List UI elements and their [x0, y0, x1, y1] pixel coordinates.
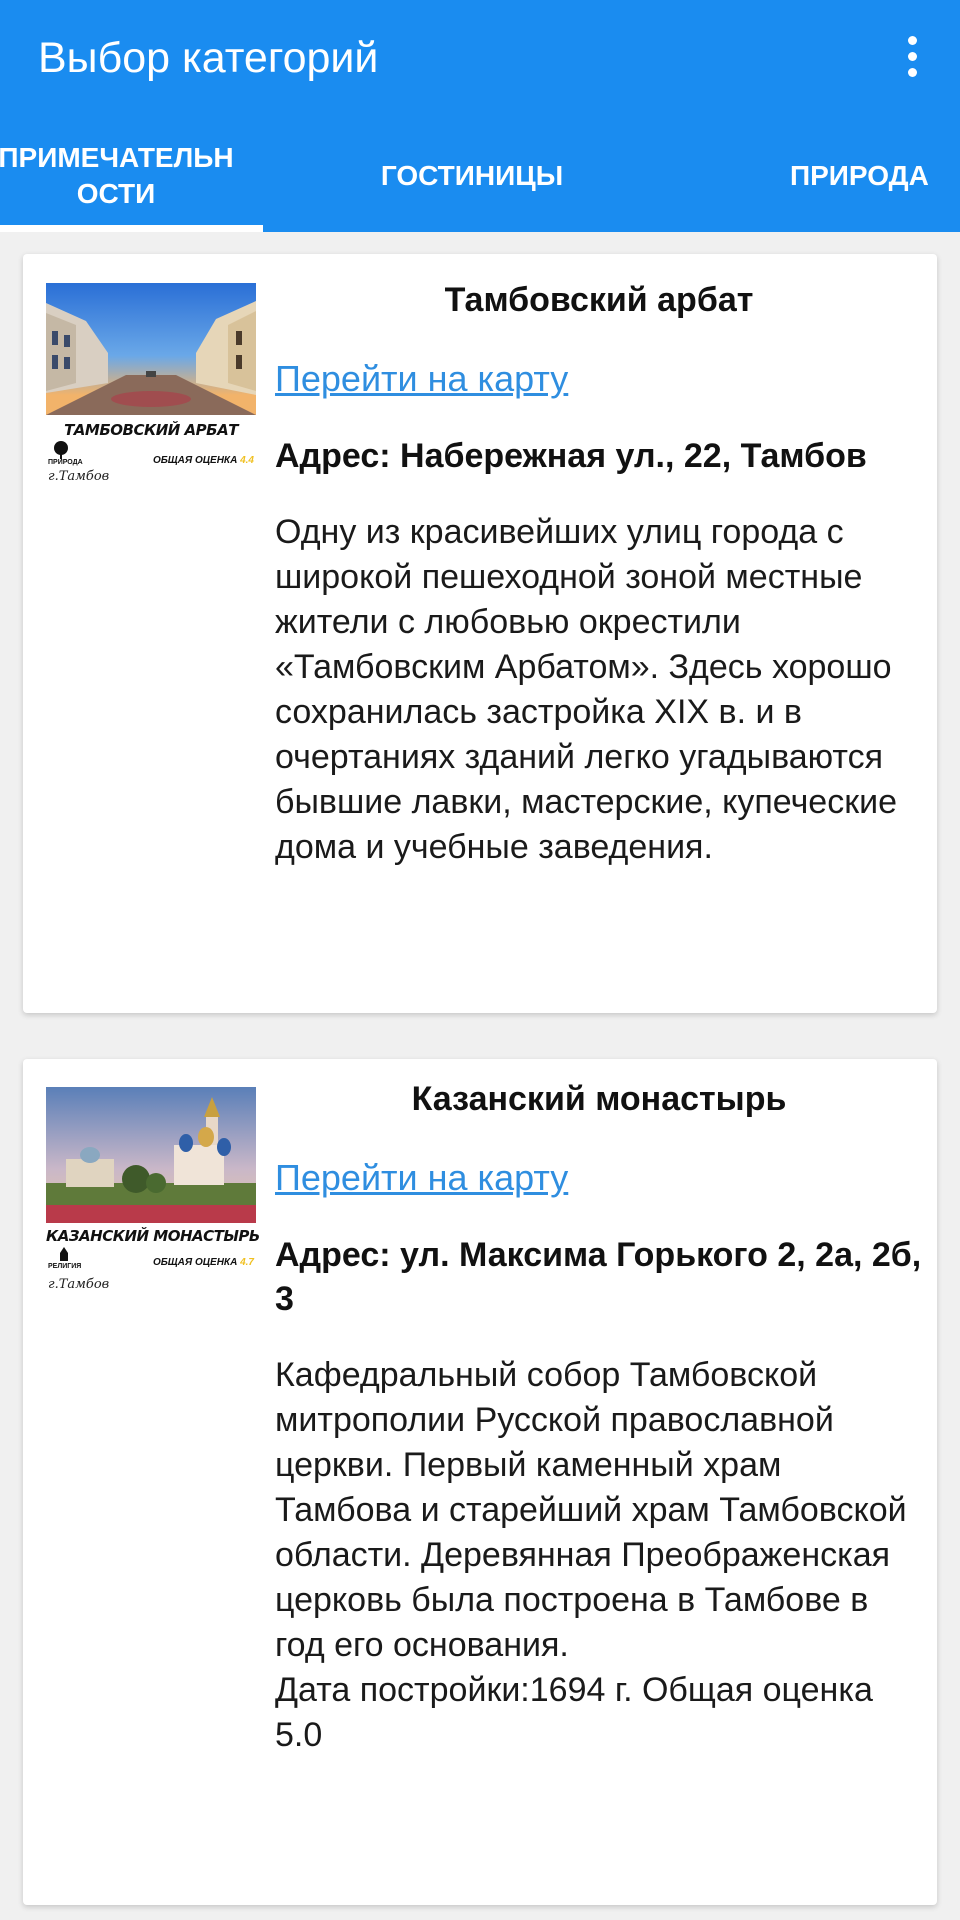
place-title: Тамбовский арбат: [444, 281, 754, 319]
rating-value: 4.7: [240, 1257, 254, 1268]
thumbnail-rating: ОБЩАЯ ОЦЕНКА 4.7: [153, 1257, 254, 1268]
tab-indicator: [0, 225, 263, 232]
rating-label: ОБЩАЯ ОЦЕНКА: [152, 1257, 238, 1268]
place-description: Одну из красивейших улиц города с широко…: [275, 513, 897, 866]
place-content: Казанский монастырь Перейти на карту Адр…: [275, 1073, 923, 1758]
tab-hotels[interactable]: ГОСТИНИЦЫ: [262, 120, 682, 232]
place-address: Адрес: ул. Максима Горького 2, 2а, 2б, 3: [275, 1236, 922, 1318]
tab-nature[interactable]: ПРИРОДА: [790, 120, 960, 232]
place-address: Адрес: Набережная ул., 22, Тамбов: [275, 437, 867, 475]
place-content: Тамбовский арбат Перейти на карту Адрес:…: [275, 274, 923, 870]
place-card[interactable]: КАЗАНСКИЙ МОНАСТЫРЬ РЕЛИГИЯ ОБЩАЯ ОЦЕНКА…: [23, 1059, 937, 1905]
tab-label: ПРИРОДА: [790, 160, 929, 191]
tab-label: ГОСТИНИЦЫ: [380, 160, 564, 191]
thumbnail-title: КАЗАНСКИЙ МОНАСТЫРЬ: [46, 1227, 260, 1245]
place-card[interactable]: ТАМБОВСКИЙ АРБАТ ПРИРОДА ОБЩАЯ ОЦЕНКА 4.…: [23, 254, 937, 1013]
church-icon: [60, 1247, 68, 1261]
tree-icon: [54, 441, 68, 459]
thumbnail-rating: ОБЩАЯ ОЦЕНКА 4.4: [153, 455, 254, 466]
app-title: Выбор категорий: [38, 34, 379, 82]
rating-label: ОБЩАЯ ОЦЕНКА: [152, 455, 238, 466]
tab-label: ПРИМЕЧАТЕЛЬН ОСТИ: [0, 142, 234, 209]
more-vert-icon[interactable]: [888, 30, 936, 84]
thumbnail-category: РЕЛИГИЯ: [48, 1263, 82, 1270]
place-title: Казанский монастырь: [411, 1080, 787, 1118]
place-thumbnail: ТАМБОВСКИЙ АРБАТ ПРИРОДА ОБЩАЯ ОЦЕНКА 4.…: [46, 283, 256, 484]
thumbnail-city: г.Тамбов: [48, 1277, 110, 1292]
tab-attractions[interactable]: ПРИМЕЧАТЕЛЬН ОСТИ: [0, 120, 262, 232]
thumbnail-category: ПРИРОДА: [48, 459, 83, 466]
open-map-link[interactable]: Перейти на карту: [275, 356, 568, 402]
category-tabs: ПРИМЕЧАТЕЛЬН ОСТИ ГОСТИНИЦЫ ПРИРОДА: [0, 120, 960, 232]
open-map-link[interactable]: Перейти на карту: [275, 1155, 568, 1201]
thumbnail-title: ТАМБОВСКИЙ АРБАТ: [64, 421, 238, 439]
place-description: Кафедральный собор Тамбовской митрополии…: [275, 1356, 907, 1754]
thumbnail-city: г.Тамбов: [48, 469, 110, 484]
place-thumbnail: КАЗАНСКИЙ МОНАСТЫРЬ РЕЛИГИЯ ОБЩАЯ ОЦЕНКА…: [46, 1087, 260, 1297]
rating-value: 4.4: [240, 455, 254, 466]
monastery-photo: [46, 1087, 256, 1223]
street-photo: [46, 283, 256, 415]
